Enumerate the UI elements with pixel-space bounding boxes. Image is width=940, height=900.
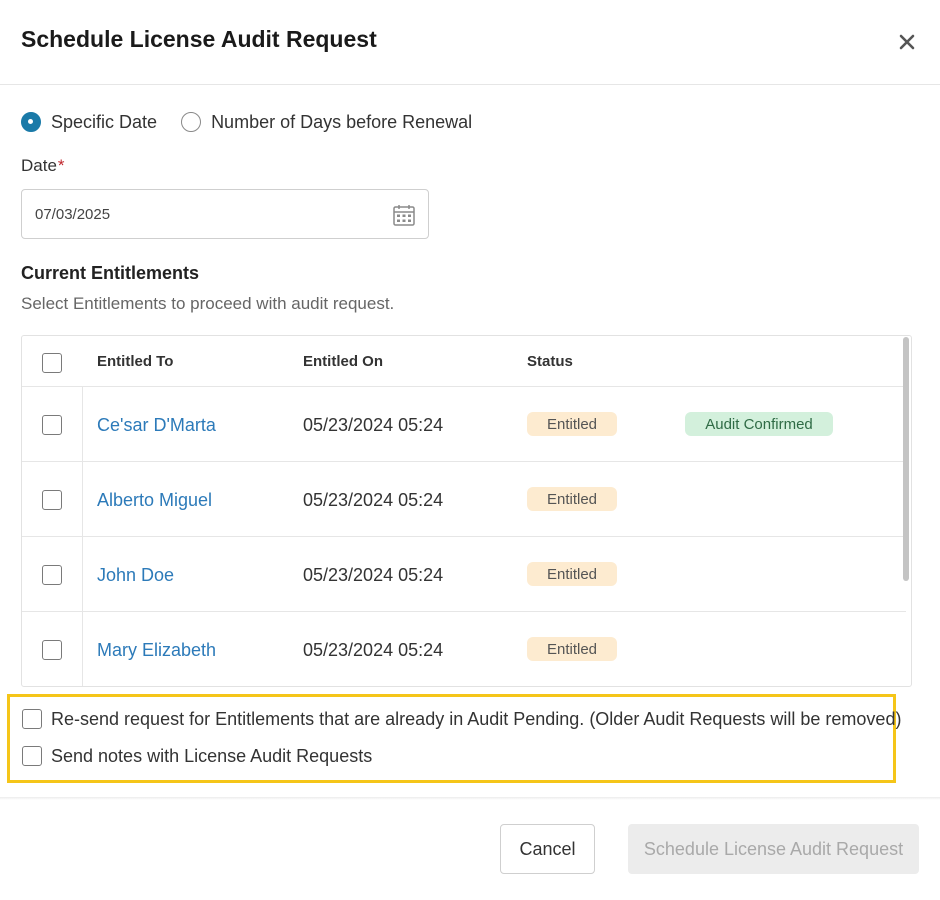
entitlements-subtitle: Select Entitlements to proceed with audi… bbox=[21, 294, 395, 313]
table-row: Ce'sar D'Marta 05/23/2024 05:24 Entitled… bbox=[22, 387, 906, 462]
header-entitled-on[interactable]: Entitled On bbox=[303, 353, 383, 370]
radio-specific-date[interactable]: Specific Date bbox=[21, 112, 157, 133]
dialog-header: Schedule License Audit Request bbox=[0, 0, 940, 85]
date-label: Date* bbox=[21, 156, 65, 176]
entitled-on-value: 05/23/2024 05:24 bbox=[303, 640, 444, 660]
status-badge: Entitled bbox=[527, 487, 617, 511]
entitled-to-link[interactable]: Alberto Miguel bbox=[97, 490, 212, 511]
entitled-on-value: 05/23/2024 05:24 bbox=[303, 415, 444, 435]
header-entitled-to[interactable]: Entitled To bbox=[97, 353, 173, 370]
table-row: Mary Elizabeth 05/23/2024 05:24 Entitled bbox=[22, 612, 906, 686]
send-notes-option[interactable]: Send notes with License Audit Requests bbox=[22, 745, 372, 767]
schedule-type-group: Specific Date Number of Days before Rene… bbox=[21, 111, 496, 133]
select-all-checkbox[interactable] bbox=[42, 353, 62, 373]
table-scrollbar[interactable] bbox=[903, 337, 909, 581]
entitled-to-link[interactable]: John Doe bbox=[97, 565, 174, 586]
row-checkbox[interactable] bbox=[42, 565, 62, 585]
row-checkbox[interactable] bbox=[42, 415, 62, 435]
calendar-icon[interactable] bbox=[392, 203, 416, 227]
date-value: 07/03/2025 bbox=[35, 206, 111, 223]
entitlements-table: Entitled To Entitled On Status Ce'sar D'… bbox=[21, 335, 912, 687]
row-checkbox[interactable] bbox=[42, 640, 62, 660]
radio-unselected-icon bbox=[181, 112, 202, 132]
entitled-to-link[interactable]: Mary Elizabeth bbox=[97, 640, 216, 661]
date-field[interactable]: 07/03/2025 bbox=[21, 189, 429, 239]
close-icon[interactable] bbox=[895, 30, 919, 54]
header-status[interactable]: Status bbox=[527, 353, 573, 370]
audit-status-badge: Audit Confirmed bbox=[685, 412, 833, 436]
entitlements-title: Current Entitlements bbox=[21, 263, 200, 283]
schedule-audit-button[interactable]: Schedule License Audit Request bbox=[628, 824, 919, 874]
resend-option[interactable]: Re-send request for Entitlements that ar… bbox=[22, 708, 901, 730]
resend-label: Re-send request for Entitlements that ar… bbox=[51, 708, 902, 729]
radio-label: Number of Days before Renewal bbox=[211, 111, 473, 132]
radio-days-before-renewal[interactable]: Number of Days before Renewal bbox=[181, 112, 472, 133]
footer-divider bbox=[0, 797, 940, 800]
required-marker: * bbox=[57, 156, 65, 175]
table-row: John Doe 05/23/2024 05:24 Entitled bbox=[22, 537, 906, 612]
table-row: Alberto Miguel 05/23/2024 05:24 Entitled bbox=[22, 462, 906, 537]
date-label-text: Date bbox=[21, 156, 57, 175]
radio-label: Specific Date bbox=[51, 111, 158, 132]
status-badge: Entitled bbox=[527, 562, 617, 586]
row-checkbox[interactable] bbox=[42, 490, 62, 510]
entitled-on-value: 05/23/2024 05:24 bbox=[303, 490, 444, 510]
dialog-title: Schedule License Audit Request bbox=[21, 26, 377, 52]
status-badge: Entitled bbox=[527, 637, 617, 661]
entitled-to-link[interactable]: Ce'sar D'Marta bbox=[97, 415, 216, 436]
send-notes-label: Send notes with License Audit Requests bbox=[51, 745, 373, 766]
cancel-button[interactable]: Cancel bbox=[500, 824, 595, 874]
resend-checkbox[interactable] bbox=[22, 709, 42, 729]
table-header-row: Entitled To Entitled On Status bbox=[22, 336, 906, 387]
entitled-on-value: 05/23/2024 05:24 bbox=[303, 565, 444, 585]
send-notes-checkbox[interactable] bbox=[22, 746, 42, 766]
radio-selected-icon bbox=[21, 112, 41, 132]
status-badge: Entitled bbox=[527, 412, 617, 436]
